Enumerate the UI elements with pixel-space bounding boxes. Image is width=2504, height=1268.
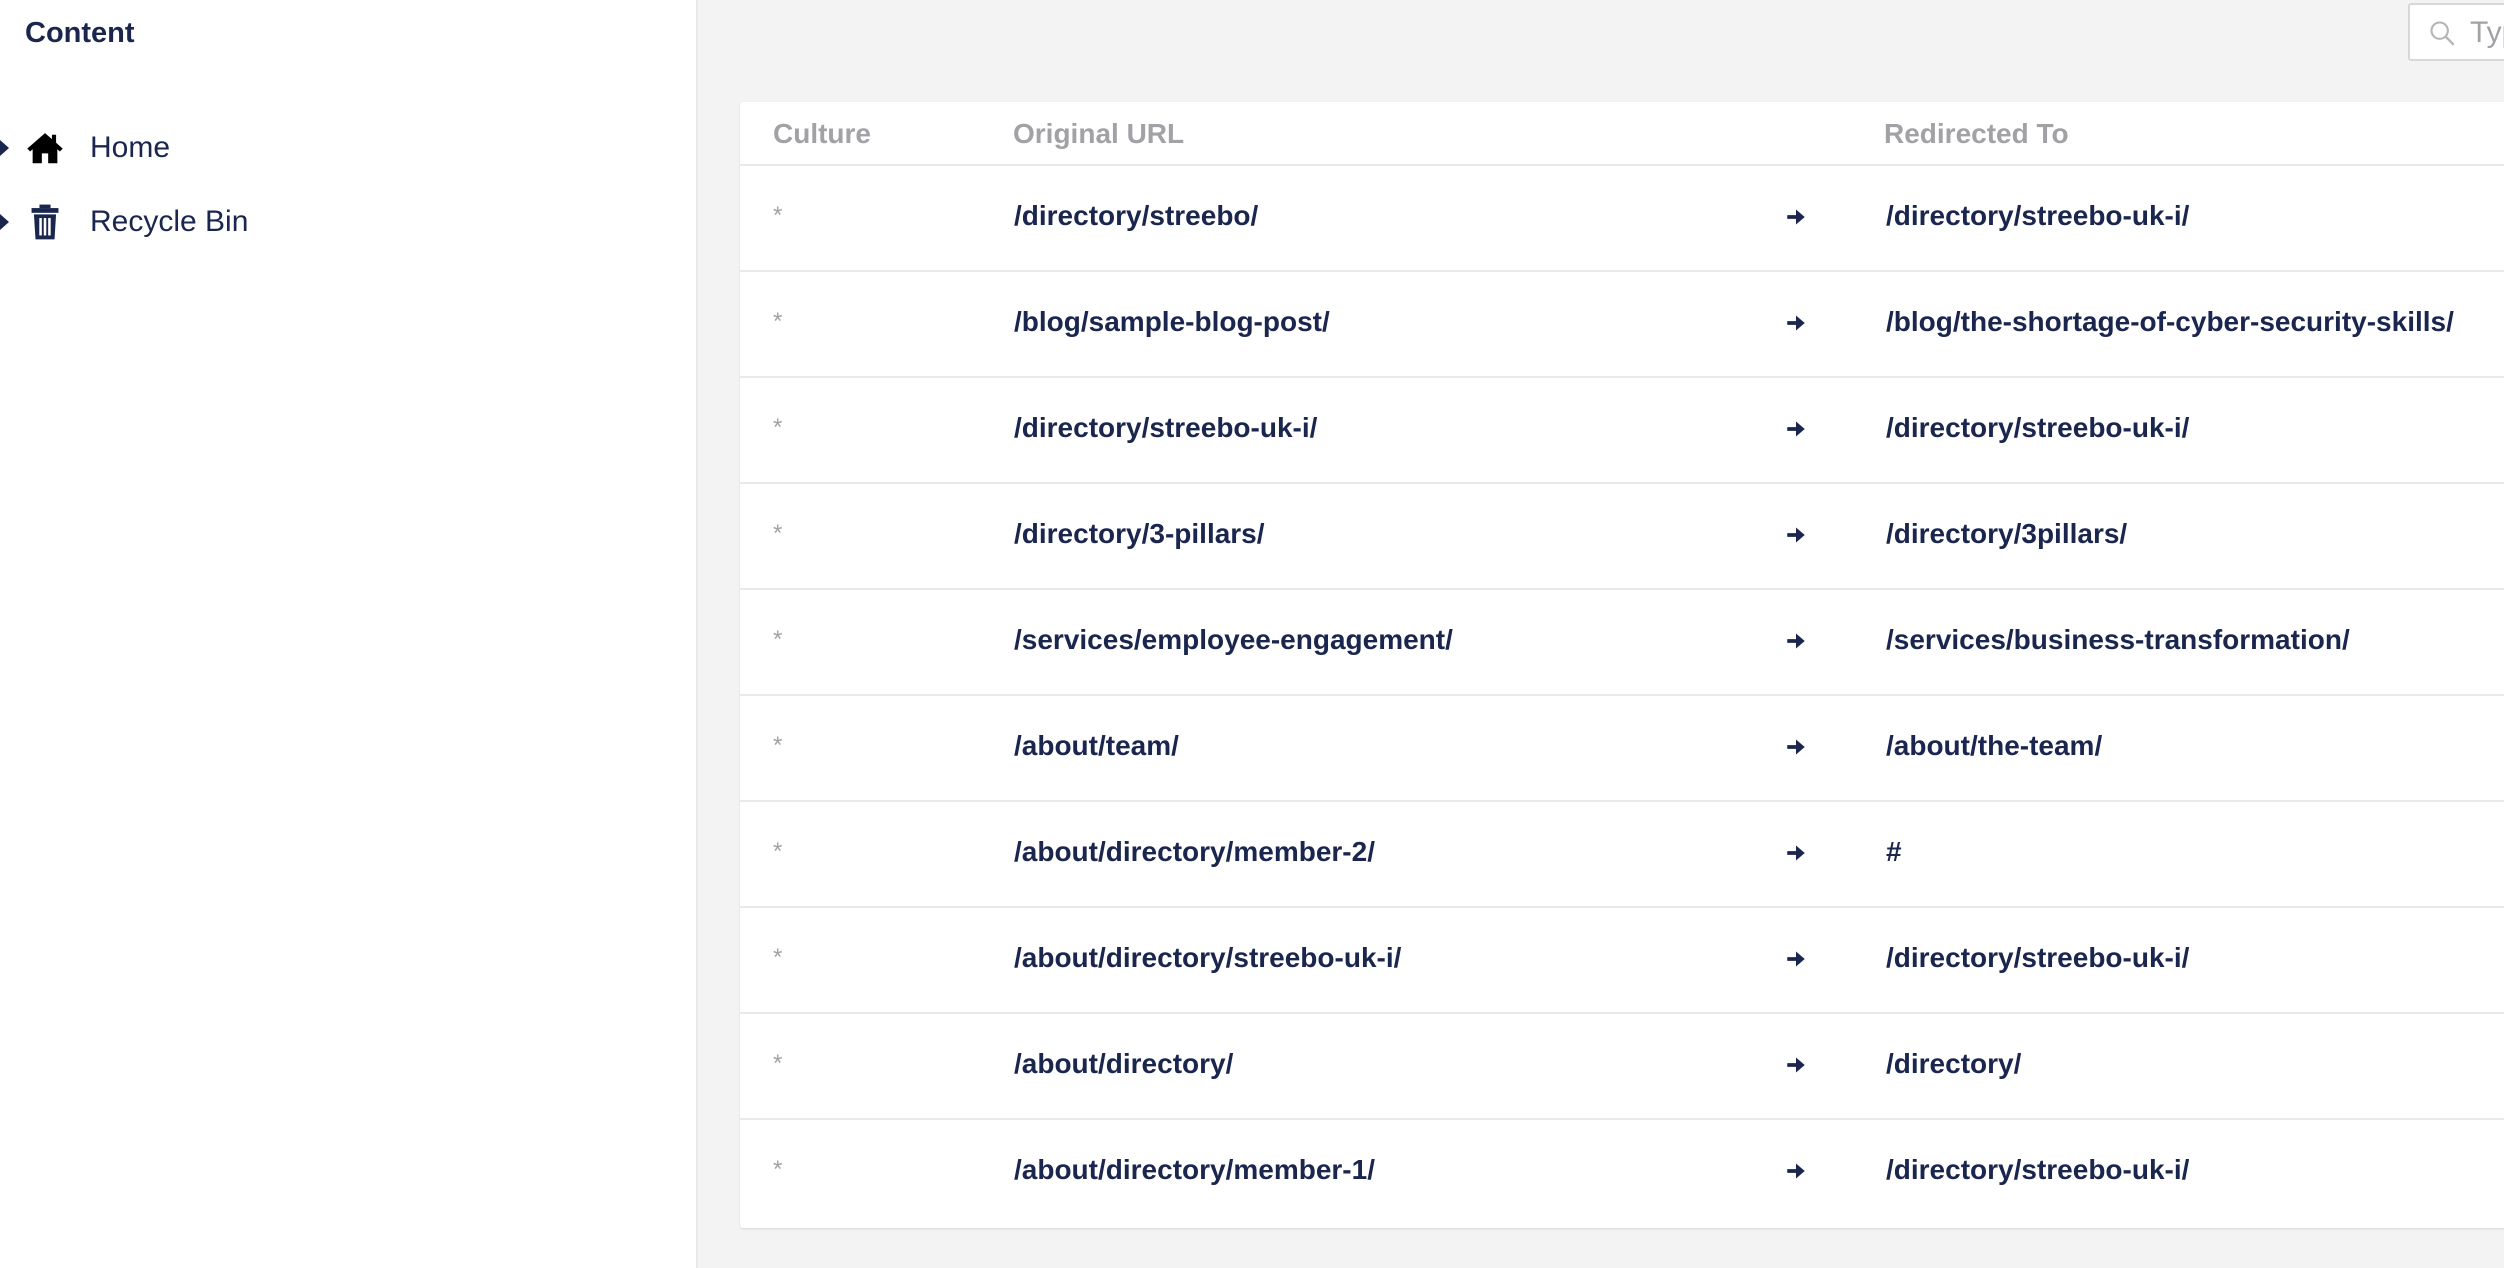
redirected-to-cell: /directory/ bbox=[1886, 1048, 2022, 1079]
redirected-to-cell: /about/the-team/ bbox=[1886, 730, 2103, 761]
redirected-to-cell: /services/business-transformation/ bbox=[1886, 624, 2350, 655]
redirected-to-cell: /blog/the-shortage-of-cyber-security-ski… bbox=[1886, 306, 2454, 337]
original-url-cell: /directory/streebo-uk-i/ bbox=[1014, 412, 1318, 443]
tree-item-recycle-bin[interactable]: Recycle Bin bbox=[0, 194, 690, 250]
redirected-to-cell: # bbox=[1886, 836, 1902, 867]
column-header-culture: Culture bbox=[773, 118, 871, 149]
arrow-right-icon bbox=[1787, 1057, 1805, 1073]
arrow-right-icon bbox=[1787, 315, 1805, 331]
table-row: * /about/team/ /about/the-team/ bbox=[740, 696, 2504, 802]
tree-item-label: Recycle Bin bbox=[90, 205, 249, 238]
arrow-right-icon bbox=[1787, 1163, 1805, 1179]
tree-item-label: Home bbox=[90, 131, 171, 164]
culture-cell: * bbox=[773, 944, 783, 971]
arrow-right-icon bbox=[1787, 739, 1805, 755]
original-url-cell: /about/directory/ bbox=[1014, 1048, 1234, 1079]
original-url-cell: /about/directory/streebo-uk-i/ bbox=[1014, 942, 1402, 973]
original-url-cell: /directory/3-pillars/ bbox=[1014, 518, 1265, 549]
table-row: * /blog/sample-blog-post/ /blog/the-shor… bbox=[740, 272, 2504, 378]
redirects-table: Culture Original URL Redirected To * /di… bbox=[740, 102, 2504, 1228]
arrow-right-icon bbox=[1787, 209, 1805, 225]
arrow-right-icon bbox=[1787, 633, 1805, 649]
redirected-to-cell: /directory/streebo-uk-i/ bbox=[1886, 200, 2190, 231]
arrow-right-icon bbox=[1787, 421, 1805, 437]
trash-icon bbox=[31, 204, 59, 240]
arrow-right-icon bbox=[1787, 951, 1805, 967]
redirected-to-cell: /directory/streebo-uk-i/ bbox=[1886, 1154, 2190, 1185]
culture-cell: * bbox=[773, 1050, 783, 1077]
table-row: * /about/directory/member-2/ # bbox=[740, 802, 2504, 908]
caret-right-icon[interactable] bbox=[0, 214, 9, 230]
content-sidebar: Content Home Recycle Bin bbox=[0, 0, 698, 1268]
culture-cell: * bbox=[773, 1156, 783, 1183]
culture-cell: * bbox=[773, 414, 783, 441]
culture-cell: * bbox=[773, 308, 783, 335]
original-url-cell: /about/directory/member-1/ bbox=[1014, 1154, 1375, 1185]
original-url-cell: /directory/streebo/ bbox=[1014, 200, 1259, 231]
original-url-cell: /services/employee-engagement/ bbox=[1014, 624, 1453, 655]
table-row: * /directory/streebo/ /directory/streebo… bbox=[740, 166, 2504, 272]
redirected-to-cell: /directory/streebo-uk-i/ bbox=[1886, 412, 2190, 443]
tree-item-home[interactable]: Home bbox=[0, 120, 690, 176]
redirected-to-cell: /directory/streebo-uk-i/ bbox=[1886, 942, 2190, 973]
culture-cell: * bbox=[773, 202, 783, 229]
table-row: * /about/directory/streebo-uk-i/ /direct… bbox=[740, 908, 2504, 1014]
redirected-to-cell: /directory/3pillars/ bbox=[1886, 518, 2128, 549]
column-header-redirected-to: Redirected To bbox=[1884, 118, 2069, 149]
search-icon bbox=[2430, 21, 2455, 46]
original-url-cell: /blog/sample-blog-post/ bbox=[1014, 306, 1330, 337]
column-header-original-url: Original URL bbox=[1013, 118, 1185, 149]
arrow-right-icon bbox=[1787, 845, 1805, 861]
caret-right-icon[interactable] bbox=[0, 140, 9, 156]
table-row: * /about/directory/ /directory/ bbox=[740, 1014, 2504, 1120]
original-url-cell: /about/team/ bbox=[1014, 730, 1179, 761]
home-icon bbox=[27, 133, 63, 164]
table-row: * /directory/streebo-uk-i/ /directory/st… bbox=[740, 378, 2504, 484]
culture-cell: * bbox=[773, 626, 783, 653]
sidebar-title: Content bbox=[25, 17, 135, 49]
culture-cell: * bbox=[773, 520, 783, 547]
original-url-cell: /about/directory/member-2/ bbox=[1014, 836, 1375, 867]
table-row: * /services/employee-engagement/ /servic… bbox=[740, 590, 2504, 696]
table-header: Culture Original URL Redirected To bbox=[740, 102, 2504, 166]
table-row: * /directory/3-pillars/ /directory/3pill… bbox=[740, 484, 2504, 590]
search-box[interactable] bbox=[2408, 3, 2504, 61]
search-input[interactable] bbox=[2470, 15, 2504, 51]
culture-cell: * bbox=[773, 838, 783, 865]
culture-cell: * bbox=[773, 732, 783, 759]
arrow-right-icon bbox=[1787, 527, 1805, 543]
table-row: * /about/directory/member-1/ /directory/… bbox=[740, 1120, 2504, 1226]
